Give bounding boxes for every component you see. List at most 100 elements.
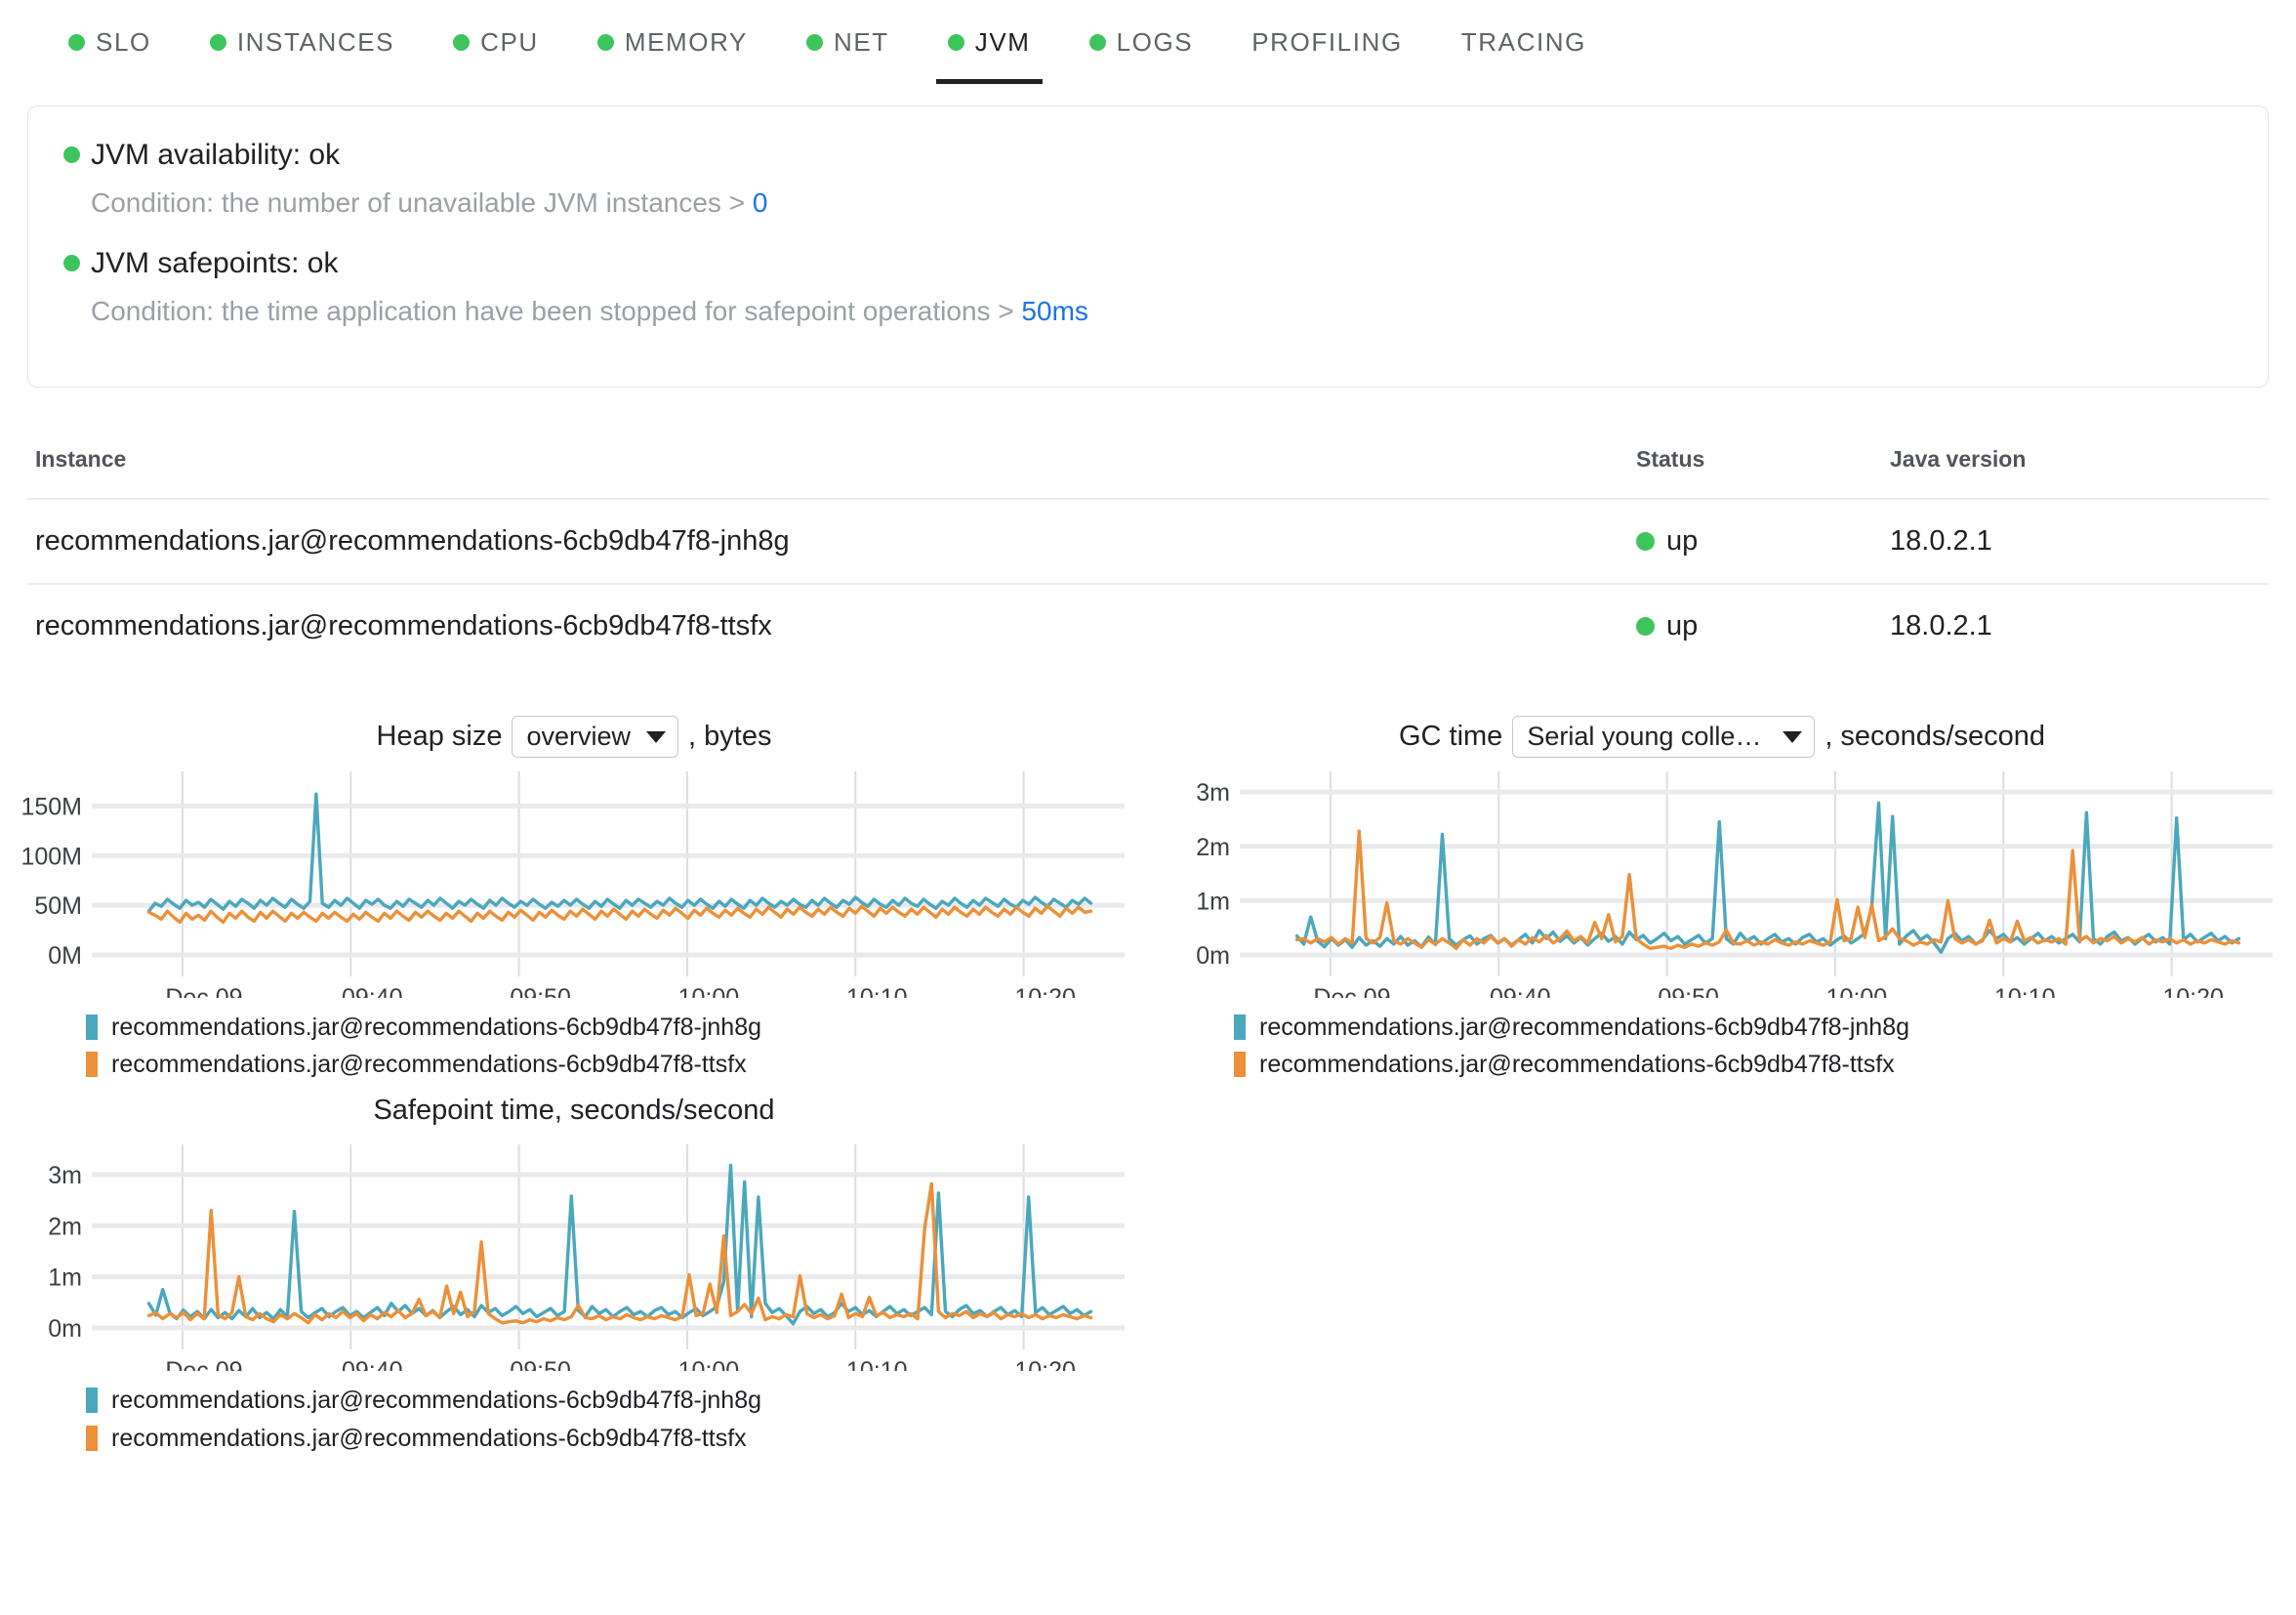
status-badge: up bbox=[1636, 610, 1890, 642]
tab-label: SLO bbox=[96, 27, 151, 57]
x-axis-tick-label: 09:50 bbox=[510, 1357, 571, 1371]
chart-series-line bbox=[146, 1164, 1093, 1326]
condition-title-text: JVM safepoints: ok bbox=[91, 247, 339, 280]
condition-threshold-link[interactable]: 0 bbox=[753, 187, 768, 218]
x-axis-tick-label: 10:00 bbox=[678, 1357, 740, 1371]
condition-description-text: Condition: the time application have bee… bbox=[91, 296, 1022, 327]
cell-java-version: 18.0.2.1 bbox=[1890, 582, 2269, 668]
chart-metric-select[interactable]: Serial young collecti… bbox=[1512, 716, 1816, 759]
x-axis-tick-label: 10:10 bbox=[846, 984, 908, 998]
tab-tracing[interactable]: TRACING bbox=[1432, 0, 1616, 84]
y-axis-tick-label: 0m bbox=[1196, 942, 1230, 970]
table-row[interactable]: recommendations.jar@recommendations-6cb9… bbox=[27, 582, 2269, 668]
x-axis-tick-label: 10:20 bbox=[2162, 984, 2224, 998]
condition-description: Condition: the number of unavailable JVM… bbox=[91, 186, 2233, 221]
chart-title-prefix: GC time bbox=[1398, 721, 1503, 753]
main-tabbar: SLO INSTANCES CPU MEMORY NET JVM LOGS PROFILING… bbox=[0, 0, 2296, 86]
status-dot-icon bbox=[68, 33, 85, 51]
x-axis-tick-label: 09:40 bbox=[342, 984, 403, 998]
y-axis-tick-label: 150M bbox=[20, 793, 82, 820]
y-axis-tick-label: 50M bbox=[34, 892, 82, 920]
chart-legend: recommendations.jar@recommendations-6cb9… bbox=[1234, 1010, 2296, 1083]
legend-item[interactable]: recommendations.jar@recommendations-6cb9… bbox=[1234, 1010, 2296, 1045]
legend-item[interactable]: recommendations.jar@recommendations-6cb9… bbox=[86, 1010, 1148, 1045]
instances-table: Instance Status Java version recommendat… bbox=[27, 446, 2269, 668]
tab-label: PROFILING bbox=[1251, 27, 1403, 57]
status-dot-icon bbox=[63, 255, 80, 272]
table-body: recommendations.jar@recommendations-6cb9… bbox=[27, 497, 2269, 668]
chart-plot[interactable]: 0M 50M 100M 150M Dec 09 09:40 09:50 10:00 10:10 1… bbox=[0, 764, 1148, 998]
tab-memory[interactable]: MEMORY bbox=[568, 0, 777, 84]
legend-color-swatch bbox=[86, 1387, 98, 1414]
chart-series-line bbox=[1294, 801, 2241, 954]
condition-title: JVM safepoints: ok bbox=[63, 244, 2233, 282]
chart-metric-select-value: Serial young collecti… bbox=[1527, 722, 1768, 752]
tab-logs[interactable]: LOGS bbox=[1060, 0, 1223, 84]
legend-label: recommendations.jar@recommendations-6cb9… bbox=[111, 1387, 762, 1415]
tab-slo[interactable]: SLO bbox=[39, 0, 181, 84]
chart-title-suffix: , seconds/second bbox=[1824, 721, 2046, 753]
y-axis-tick-label: 3m bbox=[48, 1162, 82, 1189]
chevron-down-icon bbox=[646, 730, 667, 743]
chart-row-bottom: Safepoint time, seconds/second 0m 1m 2m 3m De… bbox=[0, 1084, 2296, 1458]
tab-instances[interactable]: INSTANCES bbox=[181, 0, 424, 84]
chart-plot[interactable]: 0m 1m 2m 3m Dec 09 09:40 09:50 10:00 10:10 10:20 bbox=[1148, 764, 2296, 998]
legend-color-swatch bbox=[86, 1052, 98, 1078]
chart-heap-size: Heap size overview , bytes 0M 50M 100M 150M Dec… bbox=[0, 711, 1148, 1085]
y-axis-tick-label: 0M bbox=[48, 942, 82, 970]
tab-label: NET bbox=[833, 27, 889, 57]
x-axis-tick-label: 10:00 bbox=[678, 984, 740, 998]
chart-title: Heap size overview , bytes bbox=[0, 711, 1148, 764]
x-axis-tick-label: 10:10 bbox=[846, 1357, 908, 1371]
chart-row-bottom-spacer bbox=[1148, 1084, 2296, 1458]
y-axis-tick-label: 2m bbox=[1196, 834, 1230, 861]
condition-block: JVM availability: ok Condition: the numbe… bbox=[63, 136, 2233, 221]
condition-title-text: JVM availability: ok bbox=[91, 139, 341, 171]
legend-item[interactable]: recommendations.jar@recommendations-6cb9… bbox=[86, 1383, 1148, 1418]
tab-jvm[interactable]: JVM bbox=[919, 0, 1060, 84]
status-dot-icon bbox=[947, 33, 964, 51]
charts-area: Heap size overview , bytes 0M 50M 100M 150M Dec… bbox=[0, 711, 2296, 1458]
tab-cpu[interactable]: CPU bbox=[424, 0, 568, 84]
column-header-instance: Instance bbox=[35, 445, 127, 472]
y-axis-tick-label: 0m bbox=[48, 1315, 82, 1343]
chart-title: Safepoint time, seconds/second bbox=[0, 1084, 1148, 1137]
column-header-java-version: Java version bbox=[1890, 445, 2027, 472]
chart-metric-select-value: overview bbox=[526, 722, 632, 752]
chart-legend: recommendations.jar@recommendations-6cb9… bbox=[86, 1010, 1148, 1083]
status-text: up bbox=[1666, 609, 1699, 642]
tab-profiling[interactable]: PROFILING bbox=[1222, 0, 1432, 84]
cell-instance-name: recommendations.jar@recommendations-6cb9… bbox=[27, 582, 1636, 668]
legend-color-swatch bbox=[1234, 1014, 1246, 1040]
x-axis-tick-label: 10:20 bbox=[1014, 984, 1076, 998]
table-header-row: Instance Status Java version bbox=[27, 446, 2269, 499]
x-axis-tick-label: 09:50 bbox=[1658, 984, 1719, 998]
x-axis-tick-label: 10:10 bbox=[1994, 984, 2056, 998]
x-axis-tick-label: Dec 09 bbox=[1313, 984, 1390, 998]
table-row[interactable]: recommendations.jar@recommendations-6cb9… bbox=[27, 497, 2269, 584]
tab-label: CPU bbox=[480, 27, 539, 57]
condition-block: JVM safepoints: ok Condition: the time ap… bbox=[63, 244, 2233, 329]
tab-net[interactable]: NET bbox=[777, 0, 919, 84]
x-axis-tick-label: 09:50 bbox=[510, 984, 571, 998]
legend-item[interactable]: recommendations.jar@recommendations-6cb9… bbox=[86, 1047, 1148, 1082]
tab-label: LOGS bbox=[1116, 27, 1194, 57]
tab-label: TRACING bbox=[1460, 27, 1586, 57]
legend-item[interactable]: recommendations.jar@recommendations-6cb9… bbox=[1234, 1047, 2296, 1082]
chart-metric-select[interactable]: overview bbox=[512, 716, 679, 759]
condition-threshold-link[interactable]: 50ms bbox=[1021, 296, 1087, 326]
condition-title: JVM availability: ok bbox=[63, 136, 2233, 174]
status-dot-icon bbox=[453, 33, 471, 51]
legend-item[interactable]: recommendations.jar@recommendations-6cb9… bbox=[86, 1421, 1148, 1456]
chart-plot[interactable]: 0m 1m 2m 3m Dec 09 09:40 09:50 10:00 10:10 10:20 bbox=[0, 1137, 1148, 1371]
tab-label: JVM bbox=[974, 27, 1031, 57]
column-header-status: Status bbox=[1636, 445, 1705, 472]
legend-label: recommendations.jar@recommendations-6cb9… bbox=[1259, 1013, 1910, 1041]
chart-title-prefix: Heap size bbox=[376, 721, 503, 753]
y-axis-tick-label: 3m bbox=[1196, 779, 1230, 807]
x-axis-tick-label: 09:40 bbox=[342, 1357, 403, 1371]
chart-title-prefix: Safepoint time, seconds/second bbox=[373, 1094, 775, 1126]
status-dot-icon bbox=[596, 33, 614, 51]
legend-label: recommendations.jar@recommendations-6cb9… bbox=[111, 1424, 747, 1452]
x-axis-tick-label: 10:20 bbox=[1014, 1357, 1076, 1371]
